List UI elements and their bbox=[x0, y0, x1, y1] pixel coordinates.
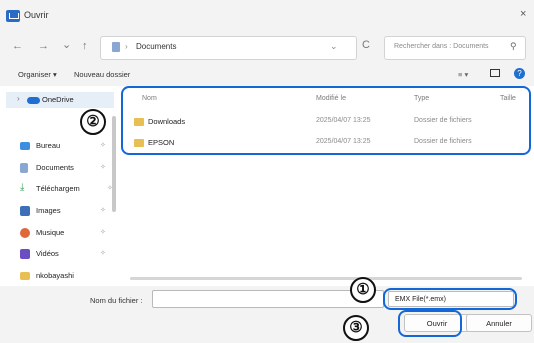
sidebar-item-documents[interactable]: Documents ✧ bbox=[10, 162, 110, 176]
cloud-icon bbox=[27, 97, 40, 104]
up-button[interactable]: ↑ bbox=[82, 40, 88, 52]
pin-icon: ✧ bbox=[100, 207, 106, 214]
organize-menu[interactable]: Organiser ▾ bbox=[18, 70, 57, 79]
music-icon bbox=[20, 228, 30, 238]
forward-button[interactable]: → bbox=[38, 40, 49, 52]
close-button[interactable]: × bbox=[520, 8, 526, 20]
back-button[interactable]: ← bbox=[12, 40, 23, 52]
recent-locations-button[interactable]: ⌄ bbox=[62, 38, 71, 51]
new-folder-button[interactable]: Nouveau dossier bbox=[74, 70, 130, 79]
file-name: Downloads bbox=[148, 117, 186, 126]
title-bar bbox=[0, 0, 534, 30]
file-row-downloads[interactable]: Downloads 2025/04/07 13:25 Dossier de fi… bbox=[132, 116, 522, 132]
filename-label: Nom du fichier : bbox=[90, 296, 143, 305]
sidebar-item-label: Documents bbox=[36, 163, 74, 172]
breadcrumb-documents[interactable]: Documents bbox=[136, 42, 176, 51]
filename-input[interactable] bbox=[152, 290, 384, 308]
search-placeholder: Rechercher dans : Documents bbox=[394, 43, 489, 50]
file-modified: 2025/04/07 13:25 bbox=[316, 138, 371, 145]
images-icon bbox=[20, 206, 30, 216]
pin-icon: ✧ bbox=[100, 250, 106, 257]
refresh-button[interactable]: C bbox=[362, 39, 370, 51]
pin-icon: ✧ bbox=[100, 164, 106, 171]
open-dialog-icon bbox=[6, 10, 20, 22]
file-list-scrollbar[interactable] bbox=[130, 277, 522, 280]
file-row-epson[interactable]: EPSON 2025/04/07 13:25 Dossier de fichie… bbox=[132, 137, 522, 153]
callout-3: ③ bbox=[343, 315, 369, 341]
folder-icon bbox=[20, 272, 30, 280]
window-title: Ouvrir bbox=[24, 10, 49, 20]
sidebar-item-nkobayashi[interactable]: nkobayashi bbox=[10, 270, 110, 284]
callout-2: ② bbox=[80, 109, 106, 135]
address-dropdown-icon[interactable]: ⌄ bbox=[330, 41, 338, 52]
sidebar-item-telechargements[interactable]: ⤓ Téléchargem ✧ bbox=[10, 182, 113, 197]
view-options-button[interactable]: ≡ ▾ bbox=[458, 70, 468, 79]
folder-icon bbox=[134, 118, 144, 126]
column-header-type[interactable]: Type bbox=[414, 95, 429, 102]
sidebar-scrollbar[interactable] bbox=[112, 116, 116, 212]
expand-chevron-icon[interactable]: › bbox=[17, 94, 20, 103]
preview-pane-icon[interactable] bbox=[490, 69, 500, 77]
file-modified: 2025/04/07 13:25 bbox=[316, 117, 371, 124]
path-separator: › bbox=[125, 42, 128, 51]
callout-1: ① bbox=[350, 277, 376, 303]
sidebar-item-label: Vidéos bbox=[36, 249, 59, 258]
sidebar-item-label: Bureau bbox=[36, 141, 61, 150]
column-header-modified[interactable]: Modifié le bbox=[316, 95, 346, 102]
sidebar-item-videos[interactable]: Vidéos ✧ bbox=[10, 248, 110, 262]
video-icon bbox=[20, 249, 30, 259]
desktop-icon bbox=[20, 142, 30, 150]
sidebar-item-label: OneDrive bbox=[42, 95, 74, 104]
file-type: Dossier de fichiers bbox=[414, 138, 472, 145]
sidebar-item-label: nkobayashi bbox=[36, 271, 74, 280]
documents-icon bbox=[112, 42, 120, 52]
document-icon bbox=[20, 163, 28, 173]
sidebar-item-onedrive[interactable]: OneDrive bbox=[22, 94, 122, 108]
download-icon: ⤓ bbox=[20, 182, 25, 193]
cancel-button[interactable]: Annuler bbox=[466, 314, 532, 332]
sidebar-item-label: Musique bbox=[36, 228, 65, 237]
column-header-size[interactable]: Taille bbox=[500, 95, 516, 102]
sidebar-item-images[interactable]: Images ✧ bbox=[10, 205, 110, 219]
search-icon[interactable]: ⚲ bbox=[510, 41, 517, 52]
sidebar-item-label: Images bbox=[36, 206, 61, 215]
file-type: Dossier de fichiers bbox=[414, 117, 472, 124]
file-name: EPSON bbox=[148, 138, 175, 147]
pin-icon: ✧ bbox=[100, 229, 106, 236]
pin-icon: ✧ bbox=[100, 142, 106, 149]
sidebar-item-label: Téléchargem bbox=[36, 184, 80, 193]
sidebar-item-bureau[interactable]: Bureau ✧ bbox=[10, 140, 110, 154]
sidebar-item-musique[interactable]: Musique ✧ bbox=[10, 227, 110, 241]
column-header-name[interactable]: Nom bbox=[142, 95, 157, 102]
open-button[interactable]: Ouvrir bbox=[404, 314, 470, 332]
folder-icon bbox=[134, 139, 144, 147]
help-icon[interactable]: ? bbox=[514, 68, 525, 79]
file-type-select[interactable]: EMX File(*.emx) bbox=[388, 291, 514, 307]
